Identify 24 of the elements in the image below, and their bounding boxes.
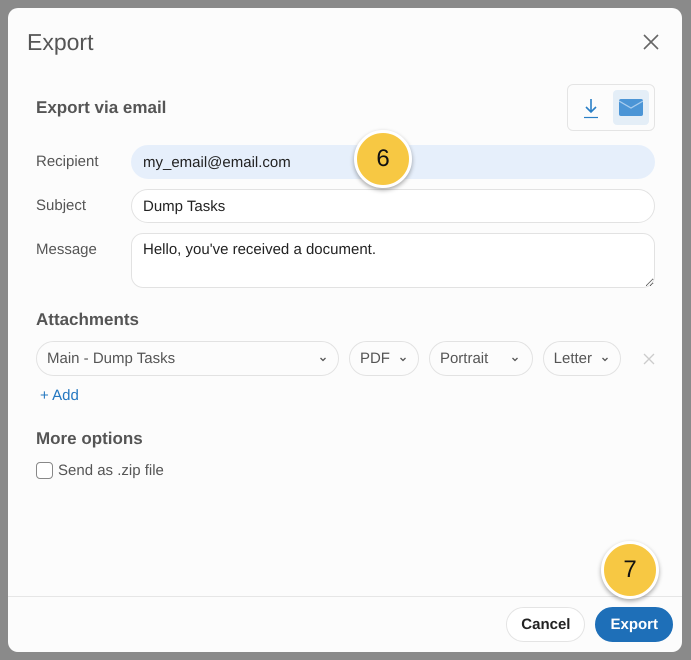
step-badge: 7 — [601, 541, 659, 599]
checkbox[interactable] — [36, 462, 53, 479]
dropdown[interactable]: PDF — [348, 341, 419, 376]
more-options-heading: More options — [36, 429, 144, 449]
download-icon — [583, 96, 599, 118]
export-button[interactable]: Export — [595, 607, 673, 642]
email-button[interactable] — [613, 90, 649, 125]
dropdown[interactable]: Portrait — [428, 341, 533, 376]
field-label: Message — [36, 240, 98, 260]
step-badge: 6 — [354, 130, 412, 188]
section-title: Export via email — [36, 98, 166, 118]
attachments-heading: Attachments — [36, 309, 140, 331]
envelope-icon — [619, 99, 643, 116]
dialog-title: Export — [27, 28, 94, 56]
field-label: Recipient — [36, 152, 100, 172]
dropdown[interactable]: Letter — [542, 341, 621, 376]
cancel-button[interactable]: Cancel — [506, 607, 586, 642]
field-label: Subject — [36, 196, 88, 216]
close-icon[interactable] — [642, 33, 660, 51]
input-field[interactable]: Dump Tasks — [131, 189, 655, 223]
message-field[interactable]: Hello, you've received a document. — [131, 233, 655, 288]
add-link[interactable]: + Add — [36, 386, 83, 406]
dropdown[interactable]: Main - Dump Tasks — [36, 341, 339, 376]
checkbox-label: Send as .zip file — [58, 462, 164, 479]
